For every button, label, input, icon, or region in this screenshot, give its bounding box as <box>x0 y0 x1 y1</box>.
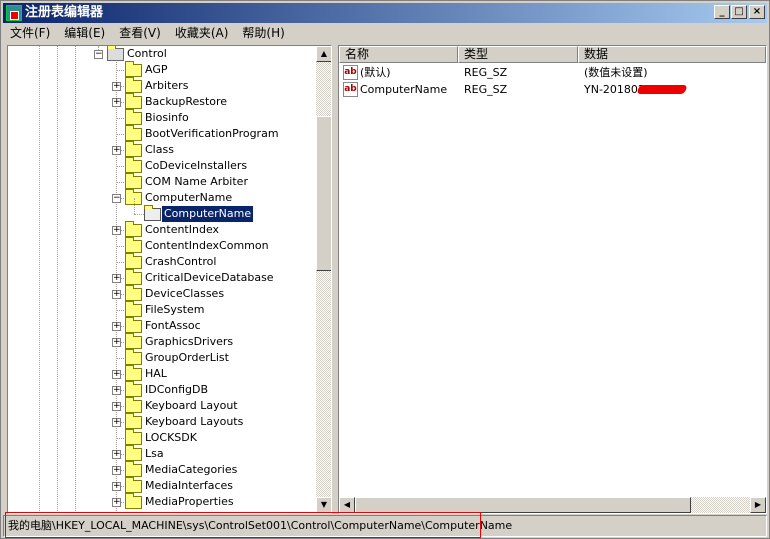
tree-guide-line <box>134 214 144 215</box>
tree-guide-line <box>134 198 135 214</box>
value-row[interactable]: ab ComputerName REG_SZ YN-201802 <box>339 81 766 98</box>
folder-icon <box>125 301 142 317</box>
column-header-type[interactable]: 类型 <box>458 46 578 63</box>
string-value-icon: ab <box>343 65 358 80</box>
value-data: (数值未设置) <box>584 66 648 79</box>
expand-icon[interactable]: + <box>112 322 121 331</box>
column-header-data[interactable]: 数据 <box>578 46 766 63</box>
tree-vertical-scrollbar[interactable]: ▲ ▼ <box>316 46 331 513</box>
folder-icon <box>125 173 142 189</box>
expand-icon[interactable]: + <box>112 450 121 459</box>
expand-icon[interactable]: + <box>112 274 121 283</box>
values-scroll-thumb[interactable] <box>355 497 691 513</box>
menu-bar: 文件(F) 编辑(E) 查看(V) 收藏夹(A) 帮助(H) <box>3 24 767 43</box>
expand-icon[interactable]: + <box>112 146 121 155</box>
tree-guide-line <box>75 46 76 513</box>
folder-icon <box>125 333 142 349</box>
menu-help[interactable]: 帮助(H) <box>235 24 291 43</box>
string-value-icon: ab <box>343 82 358 97</box>
regedit-app-icon <box>6 5 22 21</box>
tree-guide-line <box>57 46 58 513</box>
values-pane: 名称 类型 数据 ab (默认) REG_SZ (数值未设置) ab Compu… <box>338 45 767 514</box>
folder-icon <box>125 109 142 125</box>
folder-icon <box>125 77 142 93</box>
folder-icon <box>125 269 142 285</box>
highlight-box <box>5 512 481 538</box>
folder-icon <box>125 317 142 333</box>
scroll-left-arrow-icon[interactable]: ◀ <box>339 497 355 513</box>
key-tree-pane: − Control AGP + Arbiters + BackupRestore… <box>7 45 332 514</box>
value-row[interactable]: ab (默认) REG_SZ (数值未设置) <box>339 64 766 81</box>
registry-editor-window: 注册表编辑器 _ □ × 文件(F) 编辑(E) 查看(V) 收藏夹(A) 帮助… <box>0 0 770 539</box>
tree-scroll-thumb[interactable] <box>316 116 331 271</box>
expand-icon[interactable]: + <box>112 82 121 91</box>
scroll-up-arrow-icon[interactable]: ▲ <box>316 46 331 62</box>
folder-icon <box>125 397 142 413</box>
expand-icon[interactable]: + <box>112 418 121 427</box>
redaction-mark <box>636 85 688 94</box>
value-name: (默认) <box>360 66 391 79</box>
close-button[interactable]: × <box>749 5 765 19</box>
expand-icon[interactable]: + <box>112 482 121 491</box>
scroll-right-arrow-icon[interactable]: ▶ <box>750 497 766 513</box>
minimize-button[interactable]: _ <box>714 5 730 19</box>
expand-icon[interactable]: + <box>112 402 121 411</box>
scroll-down-arrow-icon[interactable]: ▼ <box>316 497 331 513</box>
expand-icon[interactable]: + <box>112 386 121 395</box>
folder-icon <box>125 221 142 237</box>
folder-icon <box>125 461 142 477</box>
value-type: REG_SZ <box>464 83 508 96</box>
folder-icon <box>125 445 142 461</box>
folder-icon <box>125 477 142 493</box>
folder-icon <box>125 429 142 445</box>
expand-icon[interactable]: + <box>112 290 121 299</box>
window-title: 注册表编辑器 <box>25 5 104 20</box>
folder-icon <box>125 157 142 173</box>
menu-edit[interactable]: 编辑(E) <box>57 24 112 43</box>
folder-icon <box>125 413 142 429</box>
collapse-icon[interactable]: − <box>112 194 121 203</box>
column-header-name[interactable]: 名称 <box>339 46 458 63</box>
folder-icon <box>125 493 142 509</box>
expand-icon[interactable]: + <box>112 466 121 475</box>
folder-icon <box>125 365 142 381</box>
maximize-button[interactable]: □ <box>731 5 747 19</box>
expand-icon[interactable]: + <box>112 498 121 507</box>
menu-favorites[interactable]: 收藏夹(A) <box>168 24 236 43</box>
folder-icon <box>125 253 142 269</box>
folder-icon <box>125 285 142 301</box>
menu-view[interactable]: 查看(V) <box>112 24 168 43</box>
folder-icon <box>125 141 142 157</box>
folder-icon <box>125 381 142 397</box>
values-horizontal-scrollbar[interactable]: ◀ ▶ <box>339 497 766 513</box>
expand-icon[interactable]: + <box>112 98 121 107</box>
collapse-icon[interactable]: − <box>94 50 103 59</box>
folder-icon <box>125 237 142 253</box>
tree-guide-line <box>116 62 117 513</box>
tree-guide-line <box>39 46 40 513</box>
title-bar: 注册表编辑器 <box>3 3 767 23</box>
folder-icon <box>125 349 142 365</box>
expand-icon[interactable]: + <box>112 370 121 379</box>
open-folder-icon <box>144 205 161 221</box>
folder-icon <box>125 61 142 77</box>
folder-icon <box>107 46 124 61</box>
menu-file[interactable]: 文件(F) <box>3 24 57 43</box>
expand-icon[interactable]: + <box>112 226 121 235</box>
expand-icon[interactable]: + <box>112 338 121 347</box>
folder-icon <box>125 93 142 109</box>
value-data: YN-201802 <box>584 83 645 96</box>
value-type: REG_SZ <box>464 66 508 79</box>
folder-icon <box>125 125 142 141</box>
value-name: ComputerName <box>360 83 448 96</box>
